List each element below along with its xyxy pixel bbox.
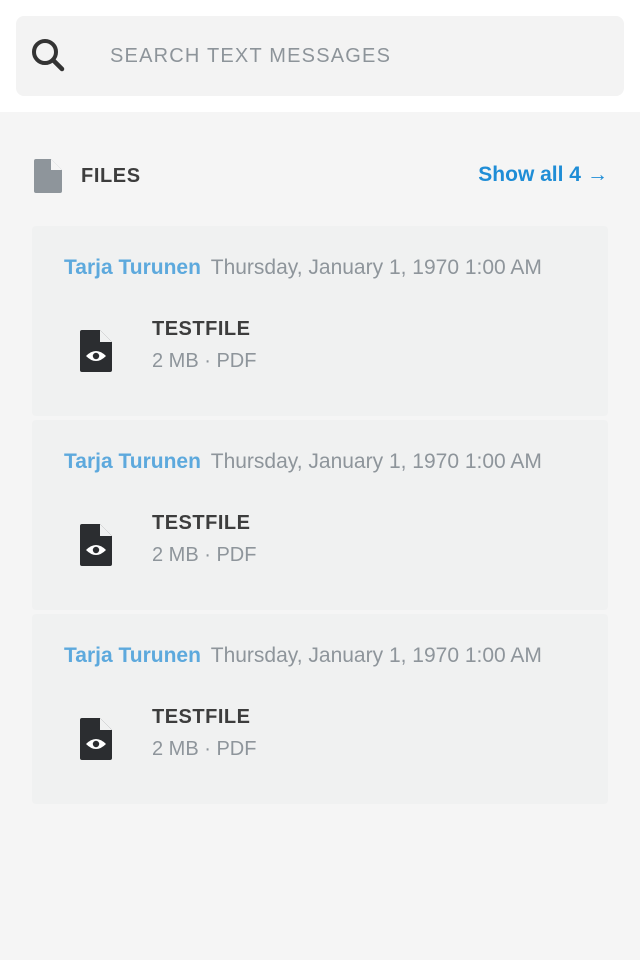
- file-attachment[interactable]: TESTFILE 2 MB · PDF: [64, 310, 576, 380]
- file-name: TESTFILE: [152, 318, 251, 340]
- file-attachment[interactable]: TESTFILE 2 MB · PDF: [64, 504, 576, 574]
- file-author[interactable]: Tarja Turunen: [64, 256, 201, 279]
- files-section-header: FILES Show all 4 →: [32, 156, 608, 196]
- file-card[interactable]: Tarja Turunen Thursday, January 1, 1970 …: [32, 614, 608, 804]
- file-card[interactable]: Tarja Turunen Thursday, January 1, 1970 …: [32, 226, 608, 416]
- file-author[interactable]: Tarja Turunen: [64, 450, 201, 473]
- file-info: 2 MB · PDF: [152, 738, 257, 760]
- search-input[interactable]: [110, 36, 600, 76]
- file-card-meta: Tarja Turunen Thursday, January 1, 1970 …: [64, 256, 542, 280]
- arrow-right-icon: →: [587, 163, 608, 186]
- file-date: Thursday, January 1, 1970 1:00 AM: [210, 256, 542, 279]
- file-date: Thursday, January 1, 1970 1:00 AM: [210, 450, 542, 473]
- file-card[interactable]: Tarja Turunen Thursday, January 1, 1970 …: [32, 420, 608, 610]
- file-date: Thursday, January 1, 1970 1:00 AM: [210, 644, 542, 667]
- show-all-files-link[interactable]: Show all 4 →: [478, 163, 608, 187]
- files-section-title: FILES: [81, 165, 141, 187]
- pdf-file-icon: [80, 718, 112, 760]
- document-icon: [34, 159, 62, 193]
- search-icon[interactable]: [30, 37, 68, 75]
- search-bar[interactable]: [16, 16, 624, 96]
- pdf-file-icon: [80, 524, 112, 566]
- file-name: TESTFILE: [152, 706, 251, 728]
- file-card-meta: Tarja Turunen Thursday, January 1, 1970 …: [64, 450, 542, 474]
- file-info: 2 MB · PDF: [152, 544, 257, 566]
- file-card-meta: Tarja Turunen Thursday, January 1, 1970 …: [64, 644, 542, 668]
- file-info: 2 MB · PDF: [152, 350, 257, 372]
- file-attachment[interactable]: TESTFILE 2 MB · PDF: [64, 698, 576, 768]
- show-all-label[interactable]: Show all 4: [478, 163, 581, 186]
- file-name: TESTFILE: [152, 512, 251, 534]
- file-author[interactable]: Tarja Turunen: [64, 644, 201, 667]
- pdf-file-icon: [80, 330, 112, 372]
- search-header: [0, 0, 640, 112]
